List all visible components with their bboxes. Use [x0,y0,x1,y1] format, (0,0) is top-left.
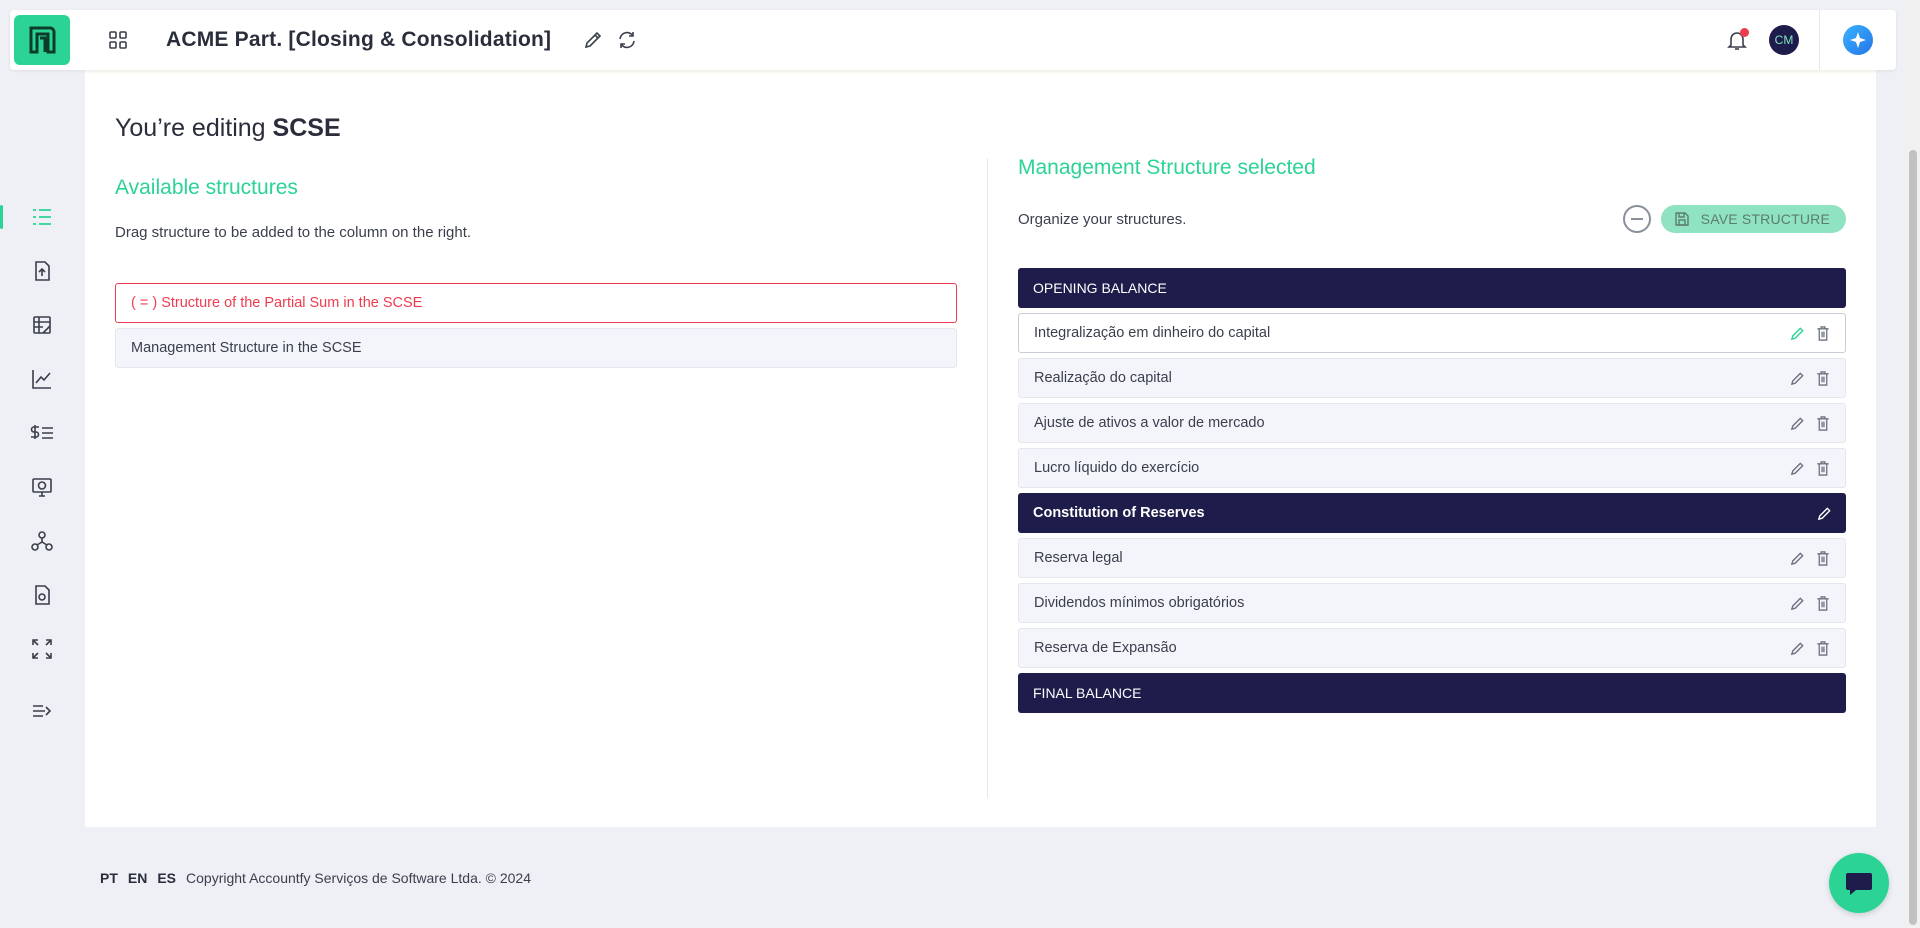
structure-row[interactable]: Realização do capital [1018,358,1846,398]
available-structures-panel: Available structures Drag structure to b… [115,176,957,373]
accountfy-logo[interactable] [14,15,70,65]
left-sidebar [0,190,84,738]
editing-target: SCSE [272,114,341,142]
row-label: Reserva de Expansão [1034,640,1177,656]
document-report-icon [35,585,50,605]
available-helper-text: Drag structure to be added to the column… [115,224,472,241]
selected-structure-title: Management Structure selected [1018,156,1316,179]
available-structures-title: Available structures [115,176,298,199]
ai-assistant-button[interactable] [1820,25,1896,55]
available-structure-item[interactable]: Management Structure in the SCSE [115,328,957,368]
minus-icon [1630,218,1643,220]
structure-row[interactable]: Ajuste de ativos a valor de mercado [1018,403,1846,443]
copyright-text: Copyright Accountfy Serviços de Software… [186,870,531,886]
row-label: Realização do capital [1034,370,1172,386]
sidebar-item-financials[interactable] [0,406,84,460]
language-pt[interactable]: PT [100,870,118,886]
sidebar-item-consolidation[interactable] [0,622,84,676]
footer: PT EN ES Copyright Accountfy Serviços de… [100,870,531,886]
line-chart-icon [32,370,51,389]
trash-icon[interactable] [1815,550,1831,566]
chat-support-button[interactable] [1829,853,1889,913]
sidebar-item-structures[interactable] [0,190,84,244]
chat-bubble-icon [1846,873,1872,895]
save-structure-label: SAVE STRUCTURE [1700,211,1830,227]
selected-helper-text: Organize your structures. [1018,210,1187,228]
structure-row[interactable]: Reserva de Expansão [1018,628,1846,668]
sidebar-item-ledger[interactable] [0,298,84,352]
page-scrollbar[interactable] [1906,0,1920,928]
structure-row[interactable]: Dividendos mínimos obrigatórios [1018,583,1846,623]
row-label: Ajuste de ativos a valor de mercado [1034,415,1265,431]
expand-dollar-icon [32,639,52,659]
refresh-icon[interactable] [615,28,639,52]
selected-structure-panel: Management Structure selected Organize y… [1018,156,1846,718]
hierarchy-icon [31,531,53,551]
notifications-bell-icon[interactable] [1723,26,1751,54]
page-title: You’re editing SCSE [115,114,341,143]
file-upload-icon [35,261,50,281]
trash-icon[interactable] [1815,415,1831,431]
edit-pencil-icon[interactable] [1789,325,1805,341]
available-structure-item[interactable]: ( = ) Structure of the Partial Sum in th… [115,283,957,323]
structure-row[interactable]: Lucro líquido do exercício [1018,448,1846,488]
editing-prefix: You’re editing [115,114,266,142]
edit-pencil-icon[interactable] [1789,550,1805,566]
dollar-list-icon [30,425,53,439]
edit-pencil-icon[interactable] [1789,595,1805,611]
edit-pencil-icon[interactable] [1789,415,1805,431]
save-structure-button[interactable]: SAVE STRUCTURE [1660,205,1846,233]
edit-pencil-icon[interactable] [1789,640,1805,656]
sidebar-item-charts[interactable] [0,352,84,406]
monitor-dollar-icon [32,478,52,497]
row-label: OPENING BALANCE [1033,280,1167,296]
edit-pencil-icon[interactable] [1816,505,1832,521]
available-list: ( = ) Structure of the Partial Sum in th… [115,283,957,368]
edit-pencil-icon[interactable] [1789,460,1805,476]
row-label: Dividendos mínimos obrigatórios [1034,595,1245,611]
structure-row-opening-balance[interactable]: OPENING BALANCE [1018,268,1846,308]
company-title: ACME Part. [Closing & Consolidation] [166,28,552,51]
save-floppy-icon [1674,212,1689,226]
collapse-all-button[interactable] [1622,205,1651,233]
trash-icon[interactable] [1815,595,1831,611]
top-header: ACME Part. [Closing & Consolidation] CM [10,10,1896,70]
structure-group-reserves[interactable]: Constitution of Reserves [1018,493,1846,533]
sidebar-collapse-toggle[interactable] [0,684,84,738]
language-en[interactable]: EN [128,870,147,886]
sidebar-item-reports[interactable] [0,568,84,622]
sparkle-icon [1843,25,1873,55]
structure-row-final-balance[interactable]: FINAL BALANCE [1018,673,1846,713]
row-label: Lucro líquido do exercício [1034,460,1200,476]
trash-icon[interactable] [1815,640,1831,656]
scrollbar-thumb[interactable] [1909,150,1917,925]
row-label: Reserva legal [1034,550,1123,566]
trash-icon[interactable] [1815,370,1831,386]
row-label: FINAL BALANCE [1033,685,1142,701]
structure-row[interactable]: Reserva legal [1018,538,1846,578]
sidebar-item-upload[interactable] [0,244,84,298]
main-card: You’re editing SCSE Available structures… [85,60,1876,827]
selected-structure-list: OPENING BALANCE Integralização em dinhei… [1018,268,1846,713]
sidebar-item-hierarchy[interactable] [0,514,84,568]
structure-row[interactable]: Integralização em dinheiro do capital [1018,313,1846,353]
language-es[interactable]: ES [157,870,176,886]
ledger-edit-icon [33,316,51,334]
trash-icon[interactable] [1815,460,1831,476]
trash-icon[interactable] [1815,325,1831,341]
logo-mark-icon [29,26,56,54]
notification-dot [1740,28,1749,37]
column-divider [987,158,988,798]
edit-pencil-icon[interactable] [581,28,605,52]
list-tree-icon [33,209,51,225]
sidebar-item-dashboard[interactable] [0,460,84,514]
edit-pencil-icon[interactable] [1789,370,1805,386]
collapse-menu-icon [33,705,52,717]
user-avatar[interactable]: CM [1769,25,1799,55]
row-label: Constitution of Reserves [1033,505,1205,521]
row-label: Integralização em dinheiro do capital [1034,325,1271,341]
apps-grid-icon[interactable] [104,26,132,54]
